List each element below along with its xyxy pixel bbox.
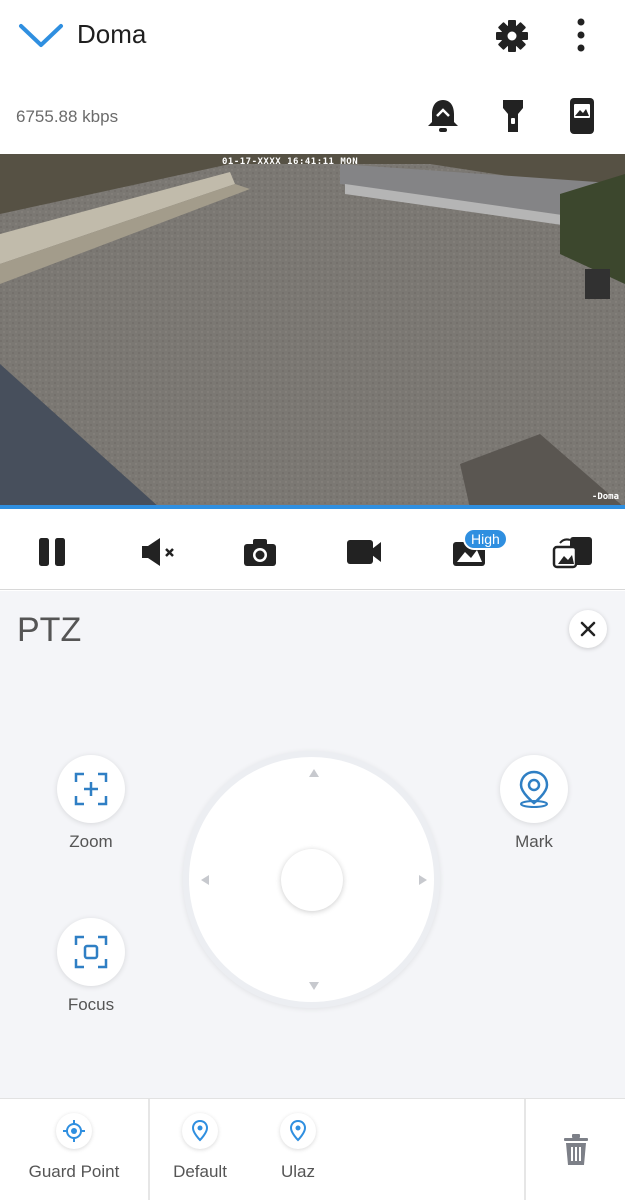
video-progress-line <box>0 505 625 509</box>
playback-toolbar: High <box>0 510 625 590</box>
mark-label: Mark <box>515 832 553 851</box>
device-image-icon[interactable] <box>562 94 602 138</box>
bitrate-readout: 6755.88 kbps <box>16 107 119 126</box>
preset-guard-point[interactable]: Guard Point <box>14 1113 134 1182</box>
ptz-title: PTZ <box>17 611 82 649</box>
location-mark-icon <box>519 770 549 808</box>
preset-label: Ulaz <box>280 1162 315 1181</box>
alarm-bell-icon[interactable] <box>423 94 463 138</box>
mute-icon <box>142 538 174 566</box>
flashlight-icon[interactable] <box>493 94 533 138</box>
pause-button[interactable] <box>30 530 74 574</box>
app-header: Doma <box>0 0 625 70</box>
preset-label: Guard Point <box>28 1162 120 1181</box>
preset-ulaz[interactable]: Ulaz <box>238 1113 358 1182</box>
focus-icon <box>74 935 108 969</box>
zoom-icon <box>74 772 108 806</box>
mute-button[interactable] <box>136 530 180 574</box>
arrow-down-icon[interactable] <box>308 980 320 992</box>
location-pin-icon <box>182 1113 218 1149</box>
chevron-down-icon[interactable] <box>16 18 66 52</box>
close-button[interactable] <box>569 610 607 648</box>
mark-button[interactable] <box>500 755 568 823</box>
snapshot-icon <box>244 539 276 566</box>
trash-icon[interactable] <box>559 1133 593 1167</box>
zoom-label: Zoom <box>69 832 113 851</box>
joystick-knob[interactable] <box>281 849 343 911</box>
page-title: Doma <box>77 19 147 49</box>
camera-name-overlay: -Doma <box>591 492 619 502</box>
record-button[interactable] <box>342 530 386 574</box>
video-timestamp: 01-17-XXXX 16:41:11 MON <box>222 157 359 167</box>
preset-bar: Guard Point Default Ulaz <box>0 1098 625 1200</box>
quality-badge: High <box>463 528 508 550</box>
ptz-joystick[interactable] <box>183 751 440 1008</box>
pause-icon <box>39 538 65 566</box>
snapshot-button[interactable] <box>238 530 282 574</box>
divider <box>524 1099 526 1200</box>
arrow-up-icon[interactable] <box>308 767 320 779</box>
status-bar: 6755.88 kbps <box>0 70 625 154</box>
target-icon <box>56 1113 92 1149</box>
arrow-right-icon[interactable] <box>417 874 429 886</box>
multiview-icon <box>552 537 592 569</box>
record-icon <box>347 540 381 564</box>
camera-video-feed[interactable]: 01-17-XXXX 16:41:11 MON -Doma <box>0 154 625 508</box>
zoom-button[interactable] <box>57 755 125 823</box>
video-scene <box>0 154 625 508</box>
multiview-button[interactable] <box>551 530 595 574</box>
focus-button[interactable] <box>57 918 125 986</box>
gear-icon[interactable] <box>490 14 534 58</box>
ptz-panel: PTZ Zoom Focus Mark <box>0 591 625 1098</box>
more-vert-icon[interactable] <box>562 14 600 58</box>
close-icon <box>580 621 596 637</box>
location-pin-icon <box>280 1113 316 1149</box>
focus-label: Focus <box>67 995 115 1014</box>
arrow-left-icon[interactable] <box>199 874 211 886</box>
